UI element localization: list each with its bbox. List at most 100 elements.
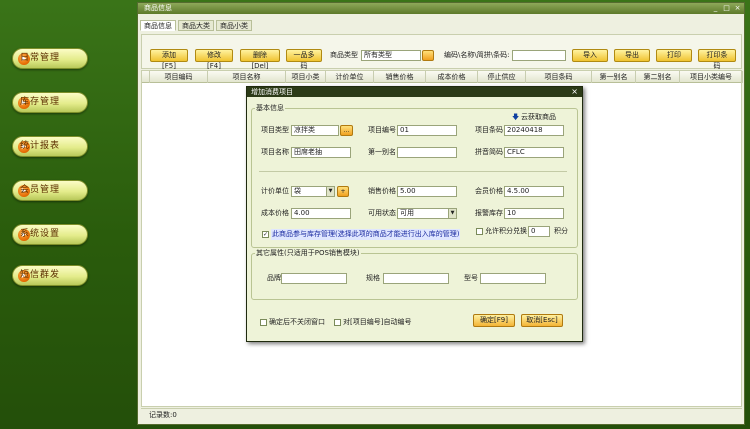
item-type-label: 项目类型 xyxy=(261,126,289,134)
add-unit-button[interactable]: + xyxy=(337,186,349,197)
model-field[interactable] xyxy=(480,273,546,284)
available-select[interactable]: 可用 ▼ xyxy=(397,208,457,219)
chevron-down-icon[interactable]: ▼ xyxy=(448,209,456,218)
name-label: 项目名称 xyxy=(261,148,289,156)
sale-price-field[interactable]: 5.00 xyxy=(397,186,457,197)
column-header[interactable]: 项目小类 xyxy=(286,71,326,83)
chevron-down-icon[interactable]: ▼ xyxy=(326,187,334,196)
available-label: 可用状态 xyxy=(368,209,396,217)
tab-subcategory[interactable]: 商品小类 xyxy=(216,20,252,31)
model-label: 型号 xyxy=(464,274,478,282)
auto-code-label[interactable]: 对[项目编号]自动编号 xyxy=(343,317,411,328)
column-header[interactable]: 停止供应 xyxy=(478,71,526,83)
column-header[interactable]: 项目名称 xyxy=(208,71,286,83)
delete-button[interactable]: 删除 [Del] xyxy=(240,49,280,70)
cost-field[interactable]: 4.00 xyxy=(291,208,351,219)
alias1-label: 第一别名 xyxy=(368,148,396,156)
inventory-checkbox-label[interactable]: 此商品参与库存管理(选择此项的商品才能进行出入库的管理) xyxy=(271,229,461,240)
other-attributes-title: 其它属性(只适用于POS销售模块) xyxy=(255,249,361,258)
item-code-field[interactable]: 01 xyxy=(397,125,457,136)
add-button[interactable]: 添加 [F5] xyxy=(150,49,188,70)
print-barcode-button[interactable]: 打印条码 xyxy=(698,49,736,70)
spec-field[interactable] xyxy=(383,273,449,284)
member-price-field[interactable]: 4.5.00 xyxy=(504,186,564,197)
edit-button[interactable]: 修改 [F4] xyxy=(195,49,233,70)
pinyin-label: 拼音简码 xyxy=(475,148,503,156)
item-type-button[interactable]: ... xyxy=(340,125,353,136)
record-count: 记录数:0 xyxy=(141,408,742,420)
type-label: 商品类型 xyxy=(330,51,358,59)
cancel-button[interactable]: 取消[Esc] xyxy=(521,314,563,327)
multi-barcode-button[interactable]: 一品多码 xyxy=(286,49,322,70)
keep-open-checkbox[interactable] xyxy=(260,319,267,326)
unit-label: 计价单位 xyxy=(261,187,289,195)
points-checkbox[interactable] xyxy=(476,228,483,235)
dialog-title: 增加消费项目 xyxy=(247,87,582,97)
item-code-label: 项目编号 xyxy=(368,126,396,134)
sidebar-item-settings[interactable]: ▶ 系统设置 xyxy=(12,224,88,245)
sidebar-item-inventory[interactable]: ▶ 库存管理 xyxy=(12,92,88,113)
brand-label: 品牌 xyxy=(267,274,281,282)
minimize-button[interactable]: _ xyxy=(711,4,720,13)
auto-code-checkbox[interactable] xyxy=(334,319,341,326)
close-button[interactable]: × xyxy=(733,4,742,13)
sidebar-item-label: 日常管理 xyxy=(20,53,61,63)
member-price-label: 会员价格 xyxy=(475,187,503,195)
points-checkbox-label[interactable]: 允许积分兑换 xyxy=(485,226,527,237)
confirm-button[interactable]: 确定[F9] xyxy=(473,314,515,327)
column-header[interactable]: 销售价格 xyxy=(374,71,426,83)
sidebar-item-sms[interactable]: ▶ 短信群发 xyxy=(12,265,88,286)
sidebar-item-label: 统计报表 xyxy=(20,141,61,151)
column-header[interactable]: 项目条码 xyxy=(526,71,592,83)
alert-stock-field[interactable]: 10 xyxy=(504,208,564,219)
column-header[interactable]: 计价单位 xyxy=(326,71,374,83)
available-value: 可用 xyxy=(400,209,414,217)
sale-price-label: 销售价格 xyxy=(368,187,396,195)
column-header[interactable]: 第二别名 xyxy=(636,71,680,83)
pinyin-field[interactable]: CFLC xyxy=(504,147,564,158)
brand-field[interactable] xyxy=(281,273,347,284)
spec-label: 规格 xyxy=(366,274,380,282)
export-button[interactable]: 导出 xyxy=(614,49,650,62)
sidebar-item-label: 短信群发 xyxy=(20,270,61,280)
type-dropdown-button[interactable] xyxy=(422,50,434,61)
download-icon: 🡇 xyxy=(512,113,520,121)
maximize-button[interactable]: □ xyxy=(722,4,731,13)
toolbar: 添加 [F5] 修改 [F4] 删除 [Del] 一品多码 商品类型 所有类型 … xyxy=(141,34,742,70)
barcode-field[interactable]: 20240418 xyxy=(504,125,564,136)
search-input[interactable] xyxy=(512,50,566,61)
sidebar-item-label: 系统设置 xyxy=(20,229,61,239)
row-indicator-column xyxy=(142,71,150,83)
unit-select[interactable]: 袋 ▼ xyxy=(291,186,335,197)
column-header[interactable]: 项目编码 xyxy=(150,71,208,83)
tab-category[interactable]: 商品大类 xyxy=(178,20,214,31)
alias1-field[interactable] xyxy=(397,147,457,158)
window-title: 商品信息 xyxy=(138,3,744,14)
print-button[interactable]: 打印 xyxy=(656,49,692,62)
add-item-dialog: 增加消费项目 × 基本信息 🡇 云获取商品 项目类型 凉拌类 ... 项目编号 … xyxy=(246,86,583,342)
cloud-fetch-link[interactable]: 云获取商品 xyxy=(521,112,556,123)
column-header[interactable]: 第一别名 xyxy=(592,71,636,83)
search-label: 编码\名称\简拼\条码: xyxy=(444,51,510,59)
divider xyxy=(259,171,567,172)
sidebar-item-members[interactable]: ▶ 会员管理 xyxy=(12,180,88,201)
table-header: 项目编码 项目名称 项目小类 计价单位 销售价格 成本价格 停止供应 项目条码 … xyxy=(142,71,743,83)
inventory-checkbox[interactable]: ✓ xyxy=(262,231,269,238)
sidebar-item-reports[interactable]: ▶ 统计报表 xyxy=(12,136,88,157)
item-type-field[interactable]: 凉拌类 xyxy=(291,125,339,136)
name-field[interactable]: 田席老抽 xyxy=(291,147,351,158)
sidebar-item-daily[interactable]: ▶ 日常管理 xyxy=(12,48,88,69)
column-header[interactable]: 成本价格 xyxy=(426,71,478,83)
points-field[interactable]: 0 xyxy=(528,226,550,237)
type-select[interactable]: 所有类型 xyxy=(361,50,421,61)
points-unit: 积分 xyxy=(554,227,568,235)
sidebar-item-label: 库存管理 xyxy=(20,97,61,107)
import-button[interactable]: 导入 xyxy=(572,49,608,62)
keep-open-label[interactable]: 确定后不关闭窗口 xyxy=(269,317,325,328)
tab-product-info[interactable]: 商品信息 xyxy=(140,20,176,31)
barcode-label: 项目条码 xyxy=(475,126,503,134)
dialog-close-button[interactable]: × xyxy=(571,87,578,97)
tab-bar: 商品信息 商品大类 商品小类 xyxy=(140,20,252,31)
column-header[interactable]: 项目小类编号 xyxy=(680,71,743,83)
alert-stock-label: 报警库存 xyxy=(475,209,503,217)
